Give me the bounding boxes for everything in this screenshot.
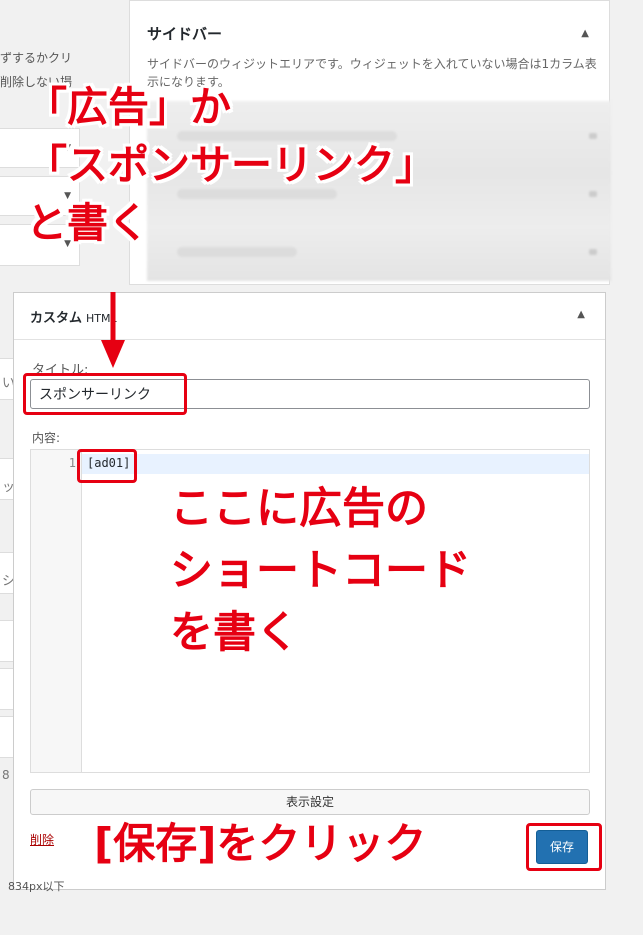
- blurred-caret-icon: [589, 249, 597, 255]
- save-button-highlight: [526, 823, 602, 871]
- content-hint-annotation: ここに広告の ショートコード を書く: [170, 484, 471, 658]
- breakpoint-label: 834px以下: [8, 880, 65, 893]
- left-fragment: 8: [2, 768, 10, 782]
- widget-title-main: カスタム: [30, 311, 83, 326]
- blurred-caret-icon: [589, 191, 597, 197]
- title-hint-annotation: 「広告」か 「スポンサーリンク」 と書く: [26, 83, 436, 247]
- collapse-arrow-icon[interactable]: ▲: [581, 28, 589, 39]
- sidebar-title: サイドバー: [147, 25, 223, 43]
- delete-link[interactable]: 削除: [30, 831, 54, 848]
- left-field-4[interactable]: [0, 620, 14, 662]
- line-number: 1: [68, 456, 76, 470]
- save-hint-annotation: [保存]をクリック: [94, 819, 427, 868]
- display-settings-button[interactable]: 表示設定: [30, 789, 590, 815]
- content-field-label: 内容:: [32, 431, 61, 445]
- line-number-gutter: 1: [31, 450, 82, 772]
- left-field-6[interactable]: [0, 716, 14, 758]
- down-arrow-icon: [101, 292, 125, 368]
- active-line-highlight: [82, 454, 589, 474]
- blurred-caret-icon: [589, 133, 597, 139]
- code-line-highlight: [77, 449, 137, 483]
- left-field-5[interactable]: [0, 668, 14, 710]
- title-input-highlight: [23, 373, 187, 415]
- collapse-arrow-icon[interactable]: ▲: [577, 309, 585, 320]
